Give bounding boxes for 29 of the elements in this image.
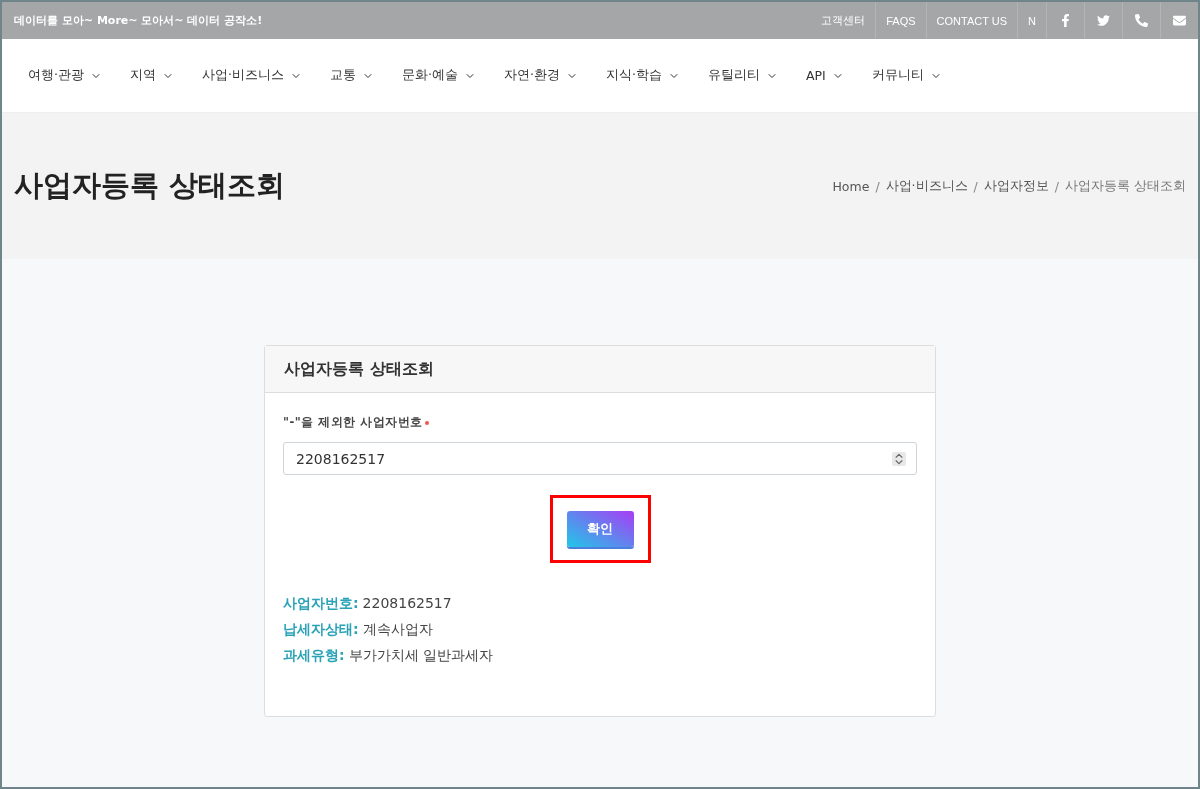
nav-item[interactable]: 커뮤니티: [871, 67, 942, 84]
breadcrumb-separator: /: [875, 178, 880, 194]
result-value: 계속사업자: [362, 621, 433, 639]
nav-item[interactable]: 여행·관광: [28, 67, 102, 84]
page-title: 사업자등록 상태조회: [14, 167, 286, 204]
result-value: 2208162517: [362, 595, 452, 613]
nav-item[interactable]: 문화·예술: [401, 67, 476, 84]
result-value: 부가가치세 일반과세자: [348, 647, 494, 665]
nav-item[interactable]: 교통: [329, 67, 374, 84]
breadcrumb-link[interactable]: 사업·비즈니스: [885, 177, 968, 195]
breadcrumb-link[interactable]: Home: [832, 178, 870, 194]
breadcrumb-separator: /: [1054, 178, 1059, 194]
result-label: 과세유형:: [283, 647, 345, 665]
breadcrumb-link[interactable]: 사업자정보: [983, 177, 1049, 195]
nav-item[interactable]: 사업·비즈니스: [202, 67, 302, 84]
nav-item[interactable]: 지역: [130, 67, 174, 84]
breadcrumb-separator: /: [973, 178, 978, 194]
card-title: 사업자등록 상태조회: [284, 358, 434, 380]
number-input-field[interactable]: 2208162517: [283, 442, 917, 475]
result-label: 납세자상태:: [283, 621, 359, 639]
nav-item[interactable]: 유틸리티: [707, 67, 778, 84]
breadcrumb-link[interactable]: 사업자등록 상태조회: [1065, 177, 1186, 195]
result-label: 사업자번호:: [283, 595, 359, 613]
slogan: 데이터를 모아~ More~ 모아서~ 데이터 공작소!: [14, 13, 263, 28]
nav-item[interactable]: 자연·환경: [503, 67, 578, 84]
nav-item[interactable]: 지식·학습: [605, 67, 680, 84]
field-label: "-"을 제외한 사업자번호: [283, 415, 917, 430]
spinner-icon[interactable]: [892, 451, 906, 466]
nav-item[interactable]: API: [805, 68, 844, 83]
